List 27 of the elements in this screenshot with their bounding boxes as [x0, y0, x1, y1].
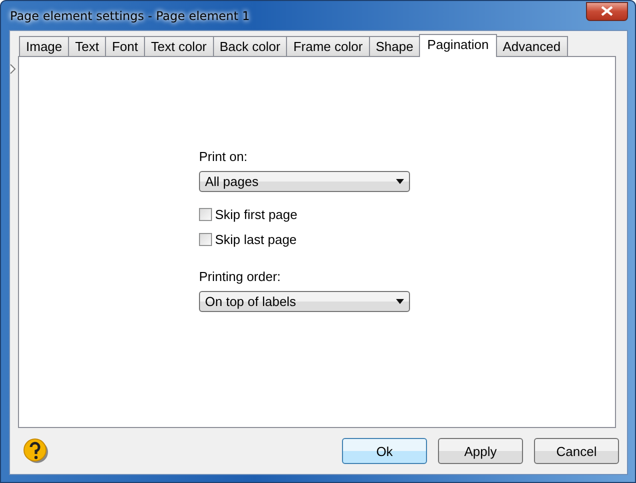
tab[interactable]: Pagination [419, 34, 497, 57]
tab[interactable]: Back color [212, 36, 288, 56]
checkbox-label[interactable]: Skip last page [215, 232, 297, 247]
dialog-button[interactable]: Apply [438, 438, 523, 464]
tab[interactable]: Frame color [286, 36, 370, 56]
close-button[interactable] [586, 2, 628, 20]
checkbox-label[interactable]: Skip first page [215, 207, 298, 222]
tab[interactable]: Text [68, 36, 106, 56]
checkbox[interactable] [199, 208, 212, 221]
tab[interactable]: Text color [144, 36, 214, 56]
caret-icon [396, 299, 404, 304]
checkbox[interactable] [199, 233, 212, 246]
dialog-button[interactable]: Cancel [534, 438, 619, 464]
field-label: Printing order: [199, 269, 282, 285]
dropdown[interactable]: All pages [199, 171, 410, 192]
window-title: Page element settings - Page element 1 [9, 8, 250, 22]
tab[interactable]: Font [104, 36, 145, 56]
close-icon [601, 6, 613, 16]
caret-icon [396, 179, 404, 184]
tab[interactable]: Shape [368, 36, 420, 56]
tab[interactable]: Advanced [496, 36, 568, 56]
dialog-button[interactable]: Ok [342, 438, 427, 464]
field-label: Print on: [199, 149, 248, 165]
dropdown[interactable]: On top of labels [199, 291, 410, 312]
help-icon[interactable] [23, 438, 49, 464]
arrow-icon[interactable] [10, 64, 16, 74]
tab[interactable]: Image [19, 36, 70, 56]
